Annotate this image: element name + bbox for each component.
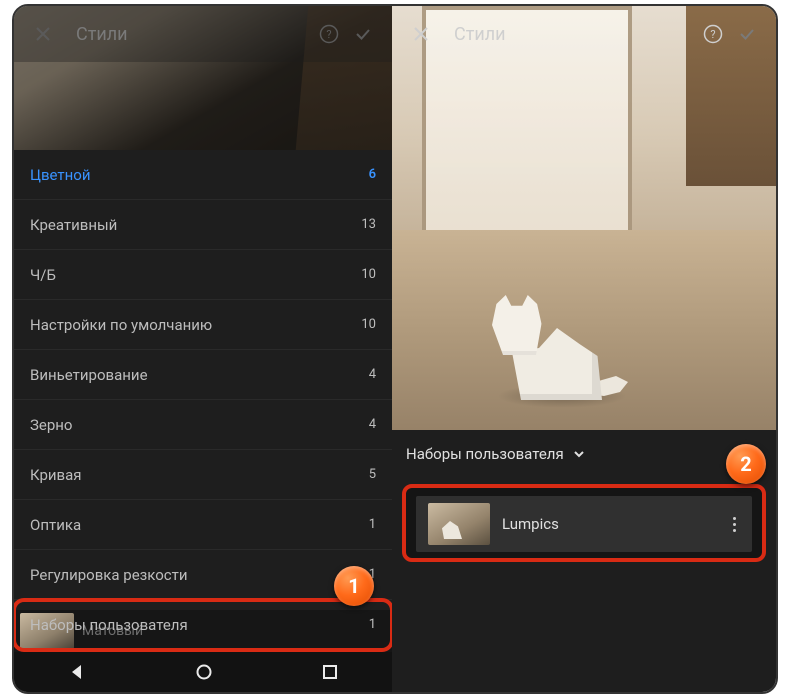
help-icon[interactable]: ? (696, 17, 730, 51)
android-nav-bar (14, 652, 392, 692)
category-count: 6 (369, 167, 376, 182)
style-category-list: Цветной 6 Креативный 13 Ч/Б 10 Настройки… (14, 150, 392, 692)
header-title-right: Стили (454, 24, 506, 45)
close-icon[interactable] (404, 17, 438, 51)
confirm-icon[interactable] (730, 17, 764, 51)
category-color[interactable]: Цветной 6 (14, 150, 392, 200)
svg-text:?: ? (326, 28, 331, 41)
category-user-presets[interactable]: Наборы пользователя 1 (14, 600, 392, 650)
category-count: 5 (369, 467, 376, 482)
category-label: Виньетирование (30, 366, 148, 384)
preset-row-lumpics[interactable]: Lumpics (416, 496, 752, 552)
annotation-badge-2: 2 (726, 444, 766, 484)
header-bar-right: Стили ? (392, 6, 776, 62)
close-icon[interactable] (26, 17, 60, 51)
category-count: 13 (361, 217, 376, 232)
preset-name: Lumpics (502, 515, 727, 533)
category-optics[interactable]: Оптика 1 (14, 500, 392, 550)
category-label: Регулировка резкости (30, 566, 188, 584)
category-label: Наборы пользователя (30, 616, 188, 634)
category-label: Ч/Б (30, 266, 56, 284)
category-creative[interactable]: Креативный 13 (14, 200, 392, 250)
preset-section-dropdown[interactable]: Наборы пользователя (392, 430, 776, 478)
help-icon[interactable]: ? (312, 17, 346, 51)
cat-figure (492, 270, 622, 400)
section-label: Наборы пользователя (406, 445, 564, 463)
header-title-left: Стили (76, 24, 128, 45)
preview-image-right (392, 6, 776, 430)
more-options-icon[interactable] (727, 517, 742, 532)
category-count: 1 (369, 517, 376, 532)
tutorial-frame: Стили ? Цветной 6 Креативный 13 Ч/Б 10 (12, 4, 778, 694)
category-label: Кривая (30, 466, 82, 484)
category-vignette[interactable]: Виньетирование 4 (14, 350, 392, 400)
svg-text:?: ? (710, 28, 715, 41)
nav-recent-icon[interactable] (322, 664, 338, 680)
category-count: 10 (361, 267, 376, 282)
category-label: Цветной (30, 166, 91, 184)
category-label: Настройки по умолчанию (30, 316, 212, 334)
category-label: Креативный (30, 216, 117, 234)
category-curve[interactable]: Кривая 5 (14, 450, 392, 500)
category-count: 10 (361, 317, 376, 332)
category-bw[interactable]: Ч/Б 10 (14, 250, 392, 300)
nav-back-icon[interactable] (68, 663, 86, 681)
user-preset-highlight: Lumpics (402, 484, 766, 562)
category-label: Зерно (30, 416, 73, 434)
category-count: 4 (369, 417, 376, 432)
category-count: 4 (369, 367, 376, 382)
preset-thumbnail (428, 503, 490, 545)
chevron-down-icon (572, 447, 586, 461)
category-grain[interactable]: Зерно 4 (14, 400, 392, 450)
category-defaults[interactable]: Настройки по умолчанию 10 (14, 300, 392, 350)
header-bar-left: Стили ? (14, 6, 392, 62)
category-label: Оптика (30, 516, 81, 534)
right-screenshot: Стили ? Наборы пользователя Lumpics (392, 6, 776, 692)
annotation-badge-1: 1 (334, 566, 374, 606)
nav-home-icon[interactable] (195, 663, 213, 681)
confirm-icon[interactable] (346, 17, 380, 51)
category-count: 1 (369, 617, 376, 632)
